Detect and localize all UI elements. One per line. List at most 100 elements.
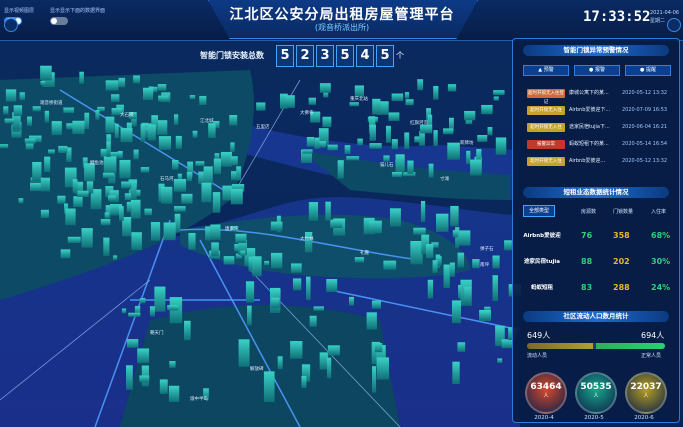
stats-tab-all[interactable]: 全部类型 [523,205,555,217]
map-label[interactable]: 渝中半岛 [190,396,208,402]
map-label[interactable]: 大石坝 [120,112,134,118]
building [100,219,111,226]
map-label[interactable]: 弹子石 [480,246,494,252]
building [230,142,235,153]
occupancy-rate: 68% [651,231,671,240]
alert-tag: 报警异常 [527,140,565,149]
building [264,260,270,266]
building [113,255,118,260]
alert-tag: 超时开锁无入住 [527,157,565,166]
building [30,182,43,192]
stats-header: 入住率 [651,209,667,215]
alert-tag: 超时开锁无入住 [527,123,565,132]
alert-row[interactable]: 超时开锁无入住 途家民宿tujia下... 2020-06-04 16:21 [527,123,679,133]
building [133,149,139,160]
building [330,219,343,229]
building [130,199,141,219]
building [19,92,25,101]
building [404,92,410,99]
map-label[interactable]: 大竹林 [300,236,314,242]
building [126,365,133,390]
toggle-switch[interactable] [50,17,68,25]
building [120,128,133,143]
building [121,181,132,189]
room-count: 83 [581,283,593,292]
building [436,213,449,232]
building [389,208,401,227]
building [337,160,344,179]
permanent-label: 正常人员 [641,353,662,359]
corner-button-right[interactable] [667,18,681,32]
map-label[interactable]: 观音桥街道 [40,100,63,106]
month-unit: 人 [543,393,549,399]
occupancy-rate: 24% [651,283,671,292]
map-label[interactable]: 鲤鱼池 [90,160,104,166]
building [32,106,41,112]
alert-name: Airbnb爱彼迎下... [569,107,611,113]
map-label[interactable]: 红旗河沟 [410,120,428,126]
map-label[interactable]: 解放碑 [250,366,264,372]
building [124,193,132,201]
room-count: 88 [581,257,593,266]
counter-digit: 5 [376,45,394,67]
map-label[interactable]: 礼嘉 [360,250,369,256]
building [48,149,55,154]
corner-button-left[interactable] [4,18,18,32]
building [451,300,461,324]
building [306,136,315,147]
building [4,118,15,124]
alert-name: Airbnb爱彼迎... [569,158,606,164]
building [270,221,283,231]
building [144,208,152,216]
building [172,159,179,170]
right-panel: 智能门锁异常预警情况 ▲ 预警 ● 报警 ● 提醒 超时开锁无入住登记 康城公寓下… [512,38,680,423]
building [319,83,331,93]
stats-header: 房源数 [581,209,597,215]
tab-alarm[interactable]: ● 报警 [574,65,620,76]
building [326,279,338,292]
map-label[interactable]: 江北城 [200,118,214,124]
building [142,87,154,101]
building [285,95,295,108]
building [270,252,283,269]
building [60,249,71,259]
alert-time: 2020-05-12 13:32 [622,90,668,96]
map-label[interactable]: 南坪 [480,262,489,268]
building [464,110,476,121]
building [72,179,78,193]
building [447,142,460,160]
building [236,166,242,181]
building [449,262,455,277]
building [63,107,75,114]
toggle-data-ui[interactable]: 显示显示下面的数据界面 [50,7,105,27]
map-label[interactable]: 新牌坊 [460,140,474,146]
map-label[interactable]: 五里店 [256,124,270,130]
building [369,124,376,141]
building [126,339,139,348]
building [208,123,216,138]
counter-digit: 3 [316,45,334,67]
tab-reminder[interactable]: ● 提醒 [625,65,671,76]
tab-label: 报警 [594,67,605,73]
alert-time: 2020-07-09 16:53 [622,107,668,113]
building [354,257,365,263]
building [175,135,182,149]
map-label[interactable]: 唐家沱 [225,226,239,232]
tab-warning[interactable]: ▲ 预警 [523,65,569,76]
counter-label: 智能门锁安装总数 [200,51,264,60]
building [77,190,89,197]
building [366,312,377,330]
map-label[interactable]: 石马河 [160,176,174,182]
building [425,243,434,259]
lock-count: 358 [613,231,630,240]
map-label[interactable]: 朝天门 [150,330,164,336]
map-label[interactable]: 猫儿石 [380,162,394,168]
map-label[interactable]: 寸滩 [440,176,449,182]
alert-row[interactable]: 超时开锁无入住登记 康城公寓下的某... 2020-05-12 13:32 [527,89,679,105]
map-label[interactable]: 重庆北站 [350,96,368,102]
alert-row[interactable]: 报警异常 蚂蚁短租下的某... 2020-05-14 16:54 [527,140,679,150]
building [477,134,488,142]
map-label[interactable]: 大佛寺 [300,110,314,116]
alert-row[interactable]: 超时开锁无入住 Airbnb爱彼迎下... 2020-07-09 16:53 [527,106,679,116]
alert-row[interactable]: 超时开锁无入住 Airbnb爱彼迎... 2020-05-12 13:32 [527,157,679,167]
